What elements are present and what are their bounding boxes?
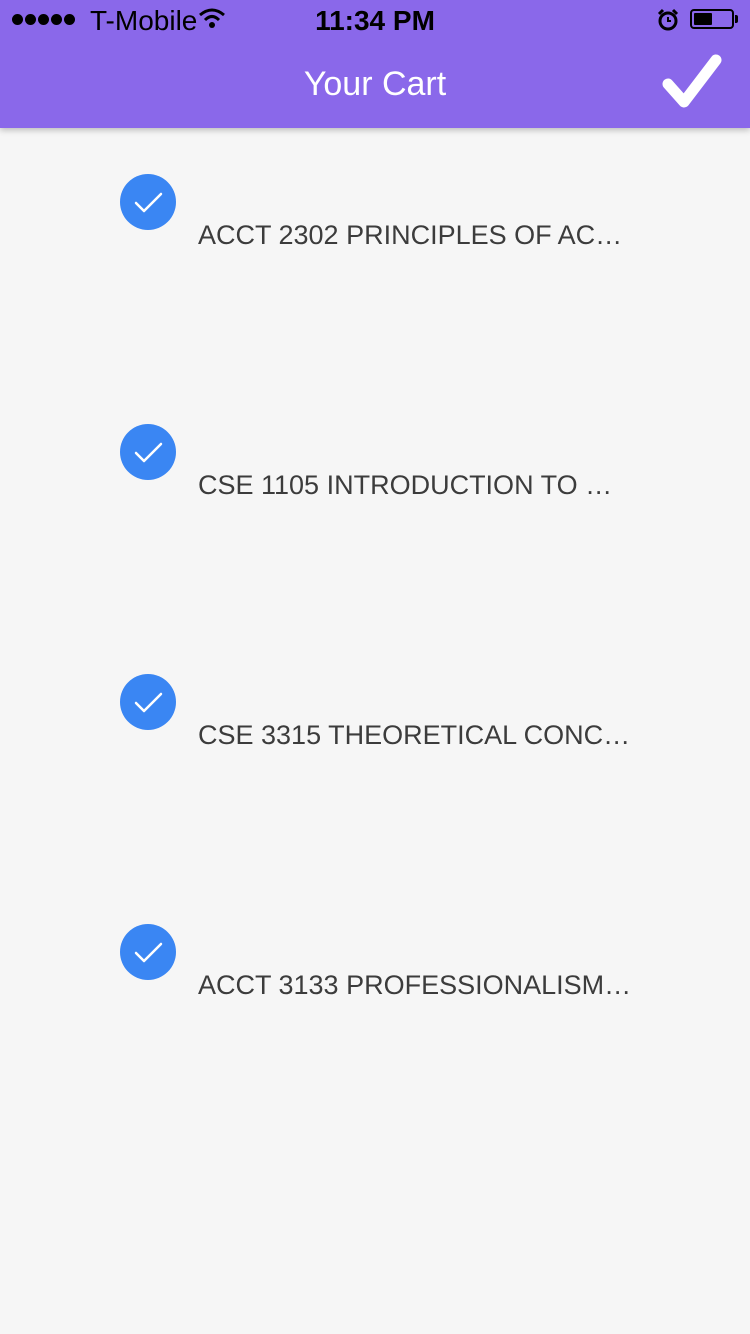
item-checkbox[interactable] [120, 424, 176, 480]
alarm-icon [657, 8, 679, 31]
battery-icon [690, 9, 734, 29]
check-icon [134, 442, 163, 463]
item-label: ACCT 2302 PRINCIPLES OF AC… [198, 220, 623, 250]
cart-item[interactable]: ACCT 2302 PRINCIPLES OF AC… [0, 128, 750, 378]
item-label: CSE 3315 THEORETICAL CONC… [198, 720, 631, 750]
item-checkbox[interactable] [120, 674, 176, 730]
item-checkbox[interactable] [120, 924, 176, 980]
page-title: Your Cart [303, 65, 447, 103]
battery-level [694, 13, 712, 25]
cart-item[interactable]: CSE 1105 INTRODUCTION TO … [0, 378, 750, 628]
check-icon [134, 942, 163, 963]
done-button[interactable] [654, 50, 730, 114]
item-label: CSE 1105 INTRODUCTION TO … [198, 470, 613, 500]
nav-bar: T-Mobile 11:34 PM Your Cart [0, 0, 750, 128]
item-label: ACCT 3133 PROFESSIONALISM… [198, 970, 632, 1000]
check-icon [134, 192, 163, 213]
check-icon [134, 692, 163, 713]
status-time: 11:34 PM [315, 5, 435, 36]
cart-item[interactable]: CSE 3315 THEORETICAL CONC… [0, 628, 750, 878]
item-checkbox[interactable] [120, 174, 176, 230]
battery-tip [735, 15, 738, 23]
cart-item[interactable]: ACCT 3133 PROFESSIONALISM… [0, 878, 750, 1128]
checkmark-icon [662, 54, 722, 108]
status-bar: T-Mobile 11:34 PM [0, 0, 750, 40]
